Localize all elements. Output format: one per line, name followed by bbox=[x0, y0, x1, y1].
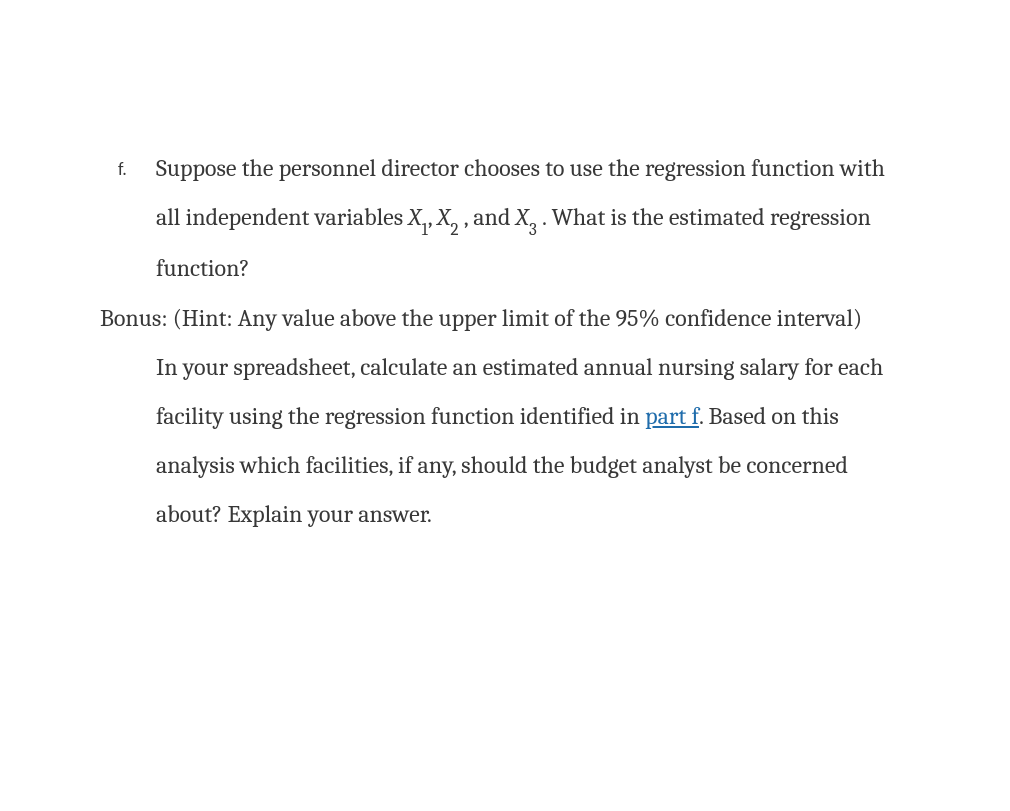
part-f-link[interactable]: part f bbox=[645, 402, 699, 430]
sep2: , and bbox=[459, 203, 516, 231]
var-x1-sub: 1 bbox=[422, 220, 428, 240]
bonus-instructions: In your spreadsheet, calculate an estima… bbox=[156, 343, 910, 540]
question-f: f. Suppose the personnel director choose… bbox=[118, 144, 910, 294]
sep1: , bbox=[428, 203, 437, 231]
var-x1: X bbox=[408, 203, 421, 231]
bonus-label-text: Bonus: (Hint: Any value above the upper … bbox=[100, 304, 862, 332]
var-x3-sub: 3 bbox=[529, 220, 537, 240]
var-x2-sub: 2 bbox=[450, 220, 458, 240]
question-f-body: Suppose the personnel director chooses t… bbox=[156, 144, 910, 294]
question-f-marker: f. bbox=[118, 144, 156, 178]
var-x2: X bbox=[437, 203, 450, 231]
var-x3: X bbox=[516, 203, 529, 231]
bonus-hint: Bonus: (Hint: Any value above the upper … bbox=[100, 294, 910, 343]
